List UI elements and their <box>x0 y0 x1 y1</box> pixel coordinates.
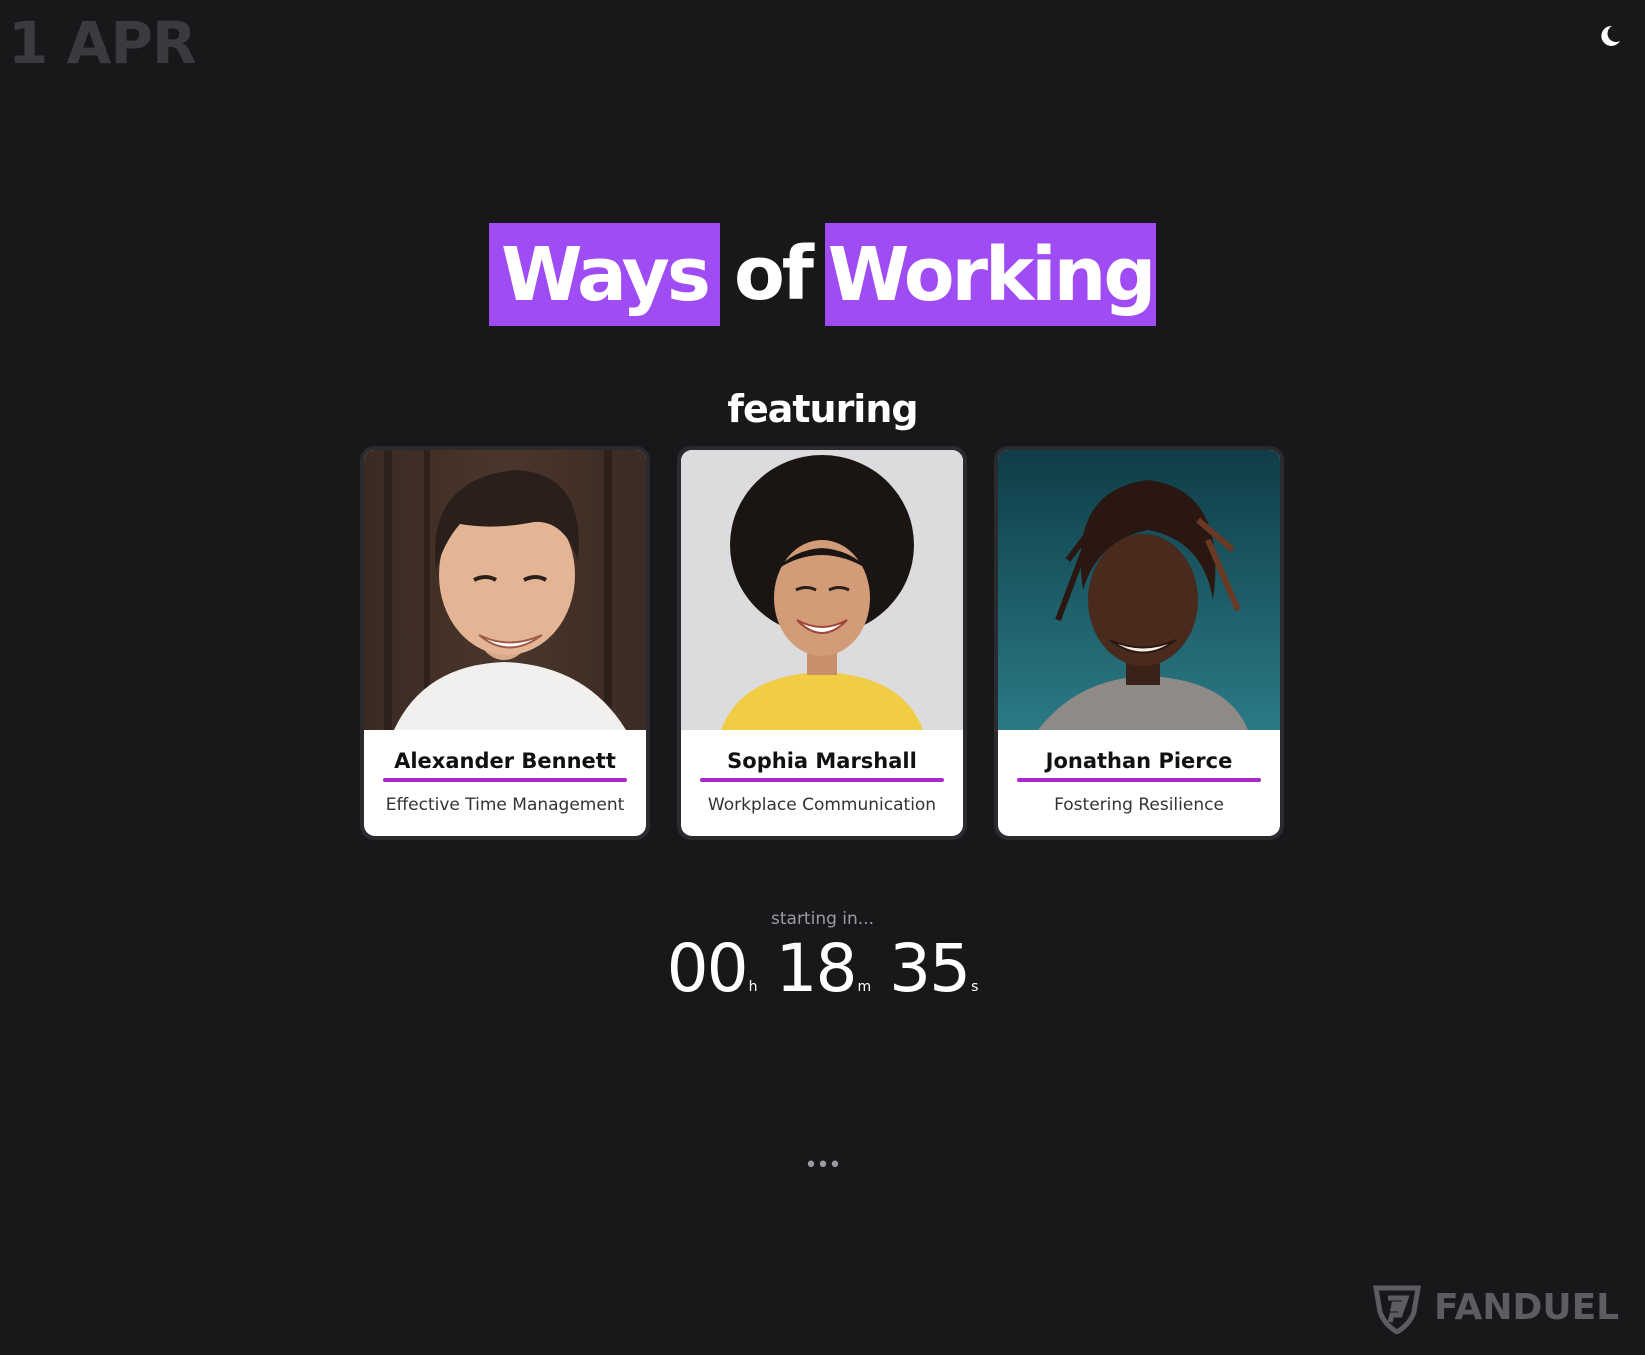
speaker-photo <box>364 450 646 730</box>
countdown-hours: 00 <box>666 930 749 1007</box>
countdown-label: starting in... <box>771 909 874 929</box>
brand-name: FANDUEL <box>1434 1286 1620 1328</box>
name-underline <box>700 778 944 782</box>
speaker-photo <box>998 450 1280 730</box>
speaker-card[interactable]: Jonathan Pierce Fostering Resilience <box>994 446 1284 840</box>
countdown-minutes-unit: m <box>857 979 872 995</box>
countdown-minutes: 18 <box>775 930 857 1007</box>
speaker-name: Sophia Marshall <box>727 749 917 773</box>
shield-logo-icon <box>1373 1285 1421 1334</box>
countdown-seconds-unit: s <box>971 979 979 995</box>
theme-toggle-button[interactable] <box>1595 22 1623 50</box>
featuring-label: featuring <box>727 387 918 431</box>
title-word-highlight: Ways <box>488 223 720 326</box>
speaker-card[interactable]: Alexander Bennett Effective Time Managem… <box>360 446 650 840</box>
speaker-card[interactable]: Sophia Marshall Workplace Communication <box>677 446 967 840</box>
speaker-photo <box>681 450 963 730</box>
countdown-seconds: 35 <box>889 930 971 1007</box>
page: 1 APR Ways of Working featuring Alexande… <box>0 0 1645 1355</box>
countdown-hours-unit: h <box>748 979 758 995</box>
countdown-timer: 00 h 18 m 35 s <box>0 930 1645 1026</box>
speaker-name: Jonathan Pierce <box>1045 749 1233 773</box>
speaker-cards: Alexander Bennett Effective Time Managem… <box>360 446 1285 841</box>
name-underline <box>1017 778 1261 782</box>
title-word-highlight: Working <box>825 223 1156 326</box>
speaker-name: Alexander Bennett <box>394 749 616 773</box>
date-label: 1 APR <box>8 9 197 77</box>
title-connector: of <box>733 231 814 317</box>
moon-icon <box>1601 25 1620 46</box>
name-underline <box>383 778 627 782</box>
more-dots-icon[interactable]: ••• <box>0 1155 1645 1177</box>
speaker-topic: Fostering Resilience <box>1054 795 1224 815</box>
event-title: Ways of Working <box>0 223 1645 326</box>
speaker-topic: Workplace Communication <box>707 795 937 815</box>
speaker-topic: Effective Time Management <box>385 795 625 815</box>
brand-logo: FANDUEL <box>1370 1280 1619 1334</box>
